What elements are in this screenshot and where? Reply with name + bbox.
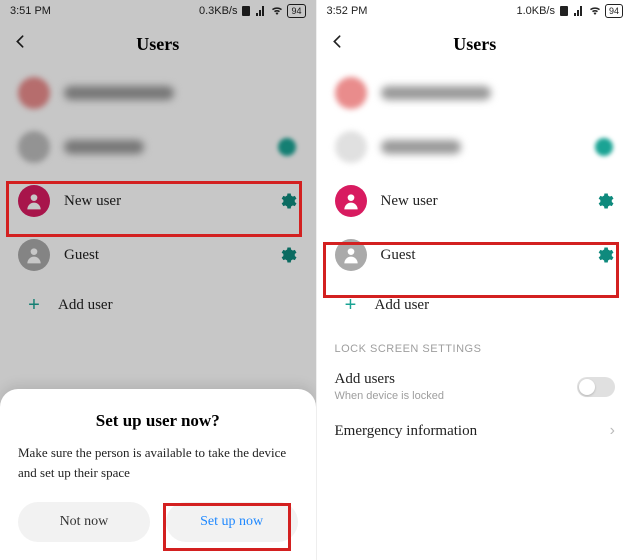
status-bar: 3:52 PM 1.0KB/s 94 [317,0,633,22]
dialog-message: Make sure the person is available to tak… [18,443,298,482]
sim-icon [558,5,570,17]
blurred-text [381,86,491,100]
user-label: Guest [64,247,262,264]
setting-emergency-info[interactable]: Emergency information › [317,412,633,450]
blurred-text [64,86,174,100]
add-user-label: Add user [58,297,113,314]
tutorial-highlight-set-up-now [163,503,291,551]
user-row-blurred-2[interactable] [323,120,628,174]
gear-icon[interactable] [595,138,613,156]
chevron-right-icon: › [610,422,615,440]
wifi-icon [588,5,602,17]
user-row-new-user[interactable]: New user [323,174,628,228]
gear-button[interactable] [276,245,298,265]
setting-title: Add users [335,371,568,388]
person-icon [341,191,361,211]
avatar-new-user [335,185,367,217]
person-icon [24,245,44,265]
status-time: 3:51 PM [10,5,51,17]
page-title: Users [453,34,496,55]
back-button[interactable] [329,34,345,55]
battery-icon: 94 [287,4,305,18]
avatar-guest [18,239,50,271]
gear-icon[interactable] [278,138,296,156]
status-time: 3:52 PM [327,5,368,17]
header: Users [317,22,633,66]
blurred-text [64,140,144,154]
section-label: LOCK SCREEN SETTINGS [317,329,633,361]
back-button[interactable] [12,34,28,55]
gear-icon [594,191,614,211]
avatar-blurred [18,77,50,109]
gear-button[interactable] [593,191,615,211]
wifi-icon [270,5,284,17]
status-bar: 3:51 PM 0.3KB/s 94 [0,0,316,22]
plus-icon: + [24,294,44,317]
user-row-blurred-1[interactable] [6,66,310,120]
status-net: 1.0KB/s [516,5,555,17]
tutorial-highlight-guest [323,242,619,298]
user-label: New user [381,193,580,210]
signal-icon [255,5,267,17]
user-row-blurred-1[interactable] [323,66,628,120]
setting-subtitle: When device is locked [335,390,568,402]
blurred-text [381,140,461,154]
toggle-off[interactable] [577,377,615,397]
signal-icon [573,5,585,17]
avatar-blurred [18,131,50,163]
setting-title: Emergency information [335,423,600,440]
left-screenshot: 3:51 PM 0.3KB/s 94 Users [0,0,317,560]
not-now-button[interactable]: Not now [18,502,150,542]
avatar-blurred [335,77,367,109]
add-user-row[interactable]: + Add user [6,282,310,329]
tutorial-highlight-new-user [6,181,302,237]
user-row-blurred-2[interactable] [6,120,310,174]
dialog-title: Set up user now? [18,411,298,431]
setting-add-users-locked[interactable]: Add users When device is locked [317,361,633,412]
gear-icon [277,245,297,265]
page-title: Users [136,34,179,55]
header: Users [0,22,316,66]
sim-icon [240,5,252,17]
avatar-blurred [335,131,367,163]
right-screenshot: 3:52 PM 1.0KB/s 94 Users [317,0,633,560]
status-net: 0.3KB/s [199,5,238,17]
battery-icon: 94 [605,4,623,18]
add-user-label: Add user [375,297,430,314]
